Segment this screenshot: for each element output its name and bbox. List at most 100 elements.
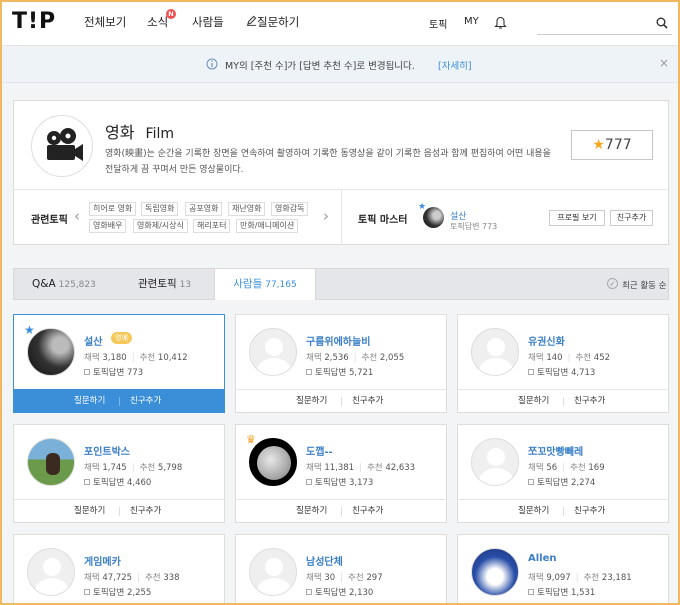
adopt-label: 채택 (84, 573, 100, 583)
ask-button[interactable]: 질문하기 (518, 500, 549, 522)
recommend-label: 추천 (583, 573, 600, 583)
nav-all[interactable]: 전체보기 (84, 14, 126, 30)
user-card: ♛ 도깹-- 채택 11,381 | 추천 42,633 토픽답변 3,173 질문하기 친구… (235, 424, 447, 523)
add-friend-button[interactable]: 친구추가 (610, 210, 653, 226)
recommend-label: 추천 (361, 353, 378, 363)
related-tag[interactable]: 만화/애니메이션 (236, 219, 299, 233)
tab-count: 13 (179, 280, 192, 290)
avatar[interactable] (249, 438, 297, 486)
ask-button[interactable]: 질문하기 (296, 390, 327, 412)
add-friend-button[interactable]: 친구추가 (352, 390, 383, 412)
chevron-right-icon[interactable]: › (323, 207, 329, 225)
star-icon: ★ (592, 137, 605, 153)
adopt-label: 채택 (306, 463, 322, 473)
related-tag[interactable]: 영화제/시상식 (133, 219, 188, 233)
recommend-count: 452 (593, 353, 611, 363)
avatar[interactable] (249, 548, 297, 596)
related-tag[interactable]: 영화배우 (89, 219, 127, 233)
answers-count: 3,173 (348, 478, 374, 488)
user-name[interactable]: 게임메카 (84, 553, 121, 568)
related-tag[interactable]: 재난영화 (228, 202, 266, 216)
nav-ask[interactable]: 질문하기 (246, 14, 299, 29)
check-icon: ✓ (607, 278, 618, 289)
related-tag[interactable]: 공포영화 (185, 202, 223, 216)
notice-detail-link[interactable]: [자세히] (438, 58, 472, 72)
adopt-count: 30 (324, 573, 336, 583)
ask-button[interactable]: 질문하기 (296, 500, 327, 522)
avatar[interactable] (471, 328, 519, 376)
add-friend-button[interactable]: 친구추가 (130, 390, 161, 412)
user-name[interactable]: 구름위에하늘비 (306, 333, 370, 348)
add-friend-button[interactable]: 친구추가 (352, 500, 383, 522)
user-name[interactable]: 도깹-- (306, 443, 333, 458)
user-name[interactable]: 설산 (84, 333, 102, 348)
nav-topic[interactable]: 토픽 (429, 16, 447, 31)
related-tag[interactable]: 독립영화 (141, 202, 179, 216)
close-icon[interactable]: × (659, 56, 669, 70)
user-actions: 질문하기 친구추가 (14, 499, 224, 522)
add-friend-button[interactable]: 친구추가 (130, 500, 161, 522)
adopt-label: 채택 (306, 353, 322, 363)
nav-news[interactable]: 소식 (147, 14, 168, 30)
related-tag[interactable]: 해리포터 (193, 219, 231, 233)
user-name[interactable]: 남성단체 (306, 553, 343, 568)
topic-master-label: 토픽 마스터 (358, 215, 408, 226)
topic-title-en: Film (145, 126, 174, 142)
avatar[interactable] (27, 548, 75, 596)
recommend-label: 추천 (139, 463, 156, 473)
recommend-count: 2,055 (379, 353, 405, 363)
user-actions: 질문하기 친구추가 (236, 389, 446, 412)
answers-label: 토픽답변 (93, 478, 125, 488)
avatar[interactable] (249, 328, 297, 376)
avatar[interactable] (423, 207, 444, 228)
related-tag[interactable]: 영화감독 (271, 202, 309, 216)
chevron-left-icon[interactable]: ‹ (74, 207, 80, 225)
nav-people[interactable]: 사람들 (192, 14, 224, 30)
tip-logo[interactable]: T!P (12, 9, 56, 34)
crown-icon: ♛ (246, 433, 256, 446)
answers-count: 773 (126, 368, 144, 378)
recent-activity-sort[interactable]: 최근 활동 순 (622, 279, 667, 291)
tab-related-topics[interactable]: 관련토픽 13 (138, 269, 191, 299)
avatar[interactable] (27, 438, 75, 486)
user-actions: 질문하기 친구추가 (236, 499, 446, 522)
add-friend-button[interactable]: 친구추가 (574, 500, 605, 522)
tab-people[interactable]: 사람들 77,165 (214, 269, 316, 300)
user-topic-answers: 토픽답변 4,713 (528, 366, 595, 378)
master-answers: 토픽답변 773 (450, 221, 497, 232)
user-card: Allen채택 9,097|추천 23,181토픽답변 1,531질문하기친구추… (457, 534, 669, 605)
tab-qna[interactable]: Q&A 125,823 (32, 269, 96, 299)
ask-button[interactable]: 질문하기 (74, 390, 105, 412)
search-input[interactable] (537, 11, 672, 35)
bell-icon[interactable] (494, 15, 507, 29)
divider (341, 507, 342, 516)
user-card: ★ 설산 명예 채택 3,180 | 추천 10,412 토픽답변 773 질문하기 친구추가 (13, 314, 225, 413)
topic-title: 영화 Film (105, 119, 174, 143)
answers-count: 5,721 (348, 368, 374, 378)
answers-label: 토픽답변 (315, 588, 347, 598)
user-topic-answers: 토픽답변 2,130 (306, 586, 373, 598)
user-stats: 채택 2,536 | 추천 2,055 (306, 353, 405, 363)
answers-label: 토픽답변 (315, 368, 347, 378)
search-icon[interactable] (656, 17, 668, 29)
user-name[interactable]: 쪼꼬맛빵빼레 (528, 443, 583, 458)
answers-count: 4,713 (570, 368, 596, 378)
user-name[interactable]: 포인트박스 (84, 443, 130, 458)
avatar[interactable] (471, 548, 519, 596)
nav-my[interactable]: MY (464, 16, 479, 27)
adopt-label: 채택 (528, 573, 544, 583)
divider (563, 507, 564, 516)
user-name[interactable]: 유권신화 (528, 333, 565, 348)
star-button[interactable]: ★777 (571, 130, 653, 160)
ask-button[interactable]: 질문하기 (74, 500, 105, 522)
answers-label: 토픽답변 (537, 588, 569, 598)
recommend-count: 10,412 (157, 353, 188, 363)
add-friend-button[interactable]: 친구추가 (574, 390, 605, 412)
avatar[interactable] (471, 438, 519, 486)
ask-button[interactable]: 질문하기 (518, 390, 549, 412)
user-name[interactable]: Allen (528, 553, 557, 564)
tab-bar: Q&A 125,823 관련토픽 13 사람들 77,165 ✓ 최근 활동 순 (13, 268, 669, 300)
related-tag[interactable]: 히어로 영화 (89, 202, 137, 216)
pencil-icon (246, 15, 257, 26)
profile-button[interactable]: 프로필 보기 (549, 210, 605, 226)
